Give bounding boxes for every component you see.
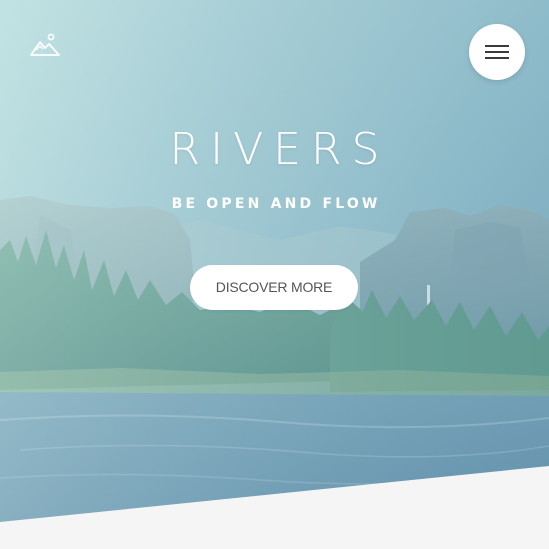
hero-subtitle: BE OPEN AND FLOW [171, 196, 381, 212]
hamburger-menu-button[interactable] [469, 24, 525, 80]
hamburger-menu-icon [485, 45, 509, 47]
hamburger-menu-icon-bar [485, 51, 509, 53]
mountain-logo-icon[interactable] [30, 33, 60, 57]
discover-more-button[interactable]: DISCOVER MORE [190, 265, 358, 310]
hamburger-menu-icon-bar [485, 57, 509, 59]
page: RIVERS BE OPEN AND FLOW DISCOVER MORE [0, 0, 549, 549]
hero-title: RIVERS [169, 124, 390, 175]
